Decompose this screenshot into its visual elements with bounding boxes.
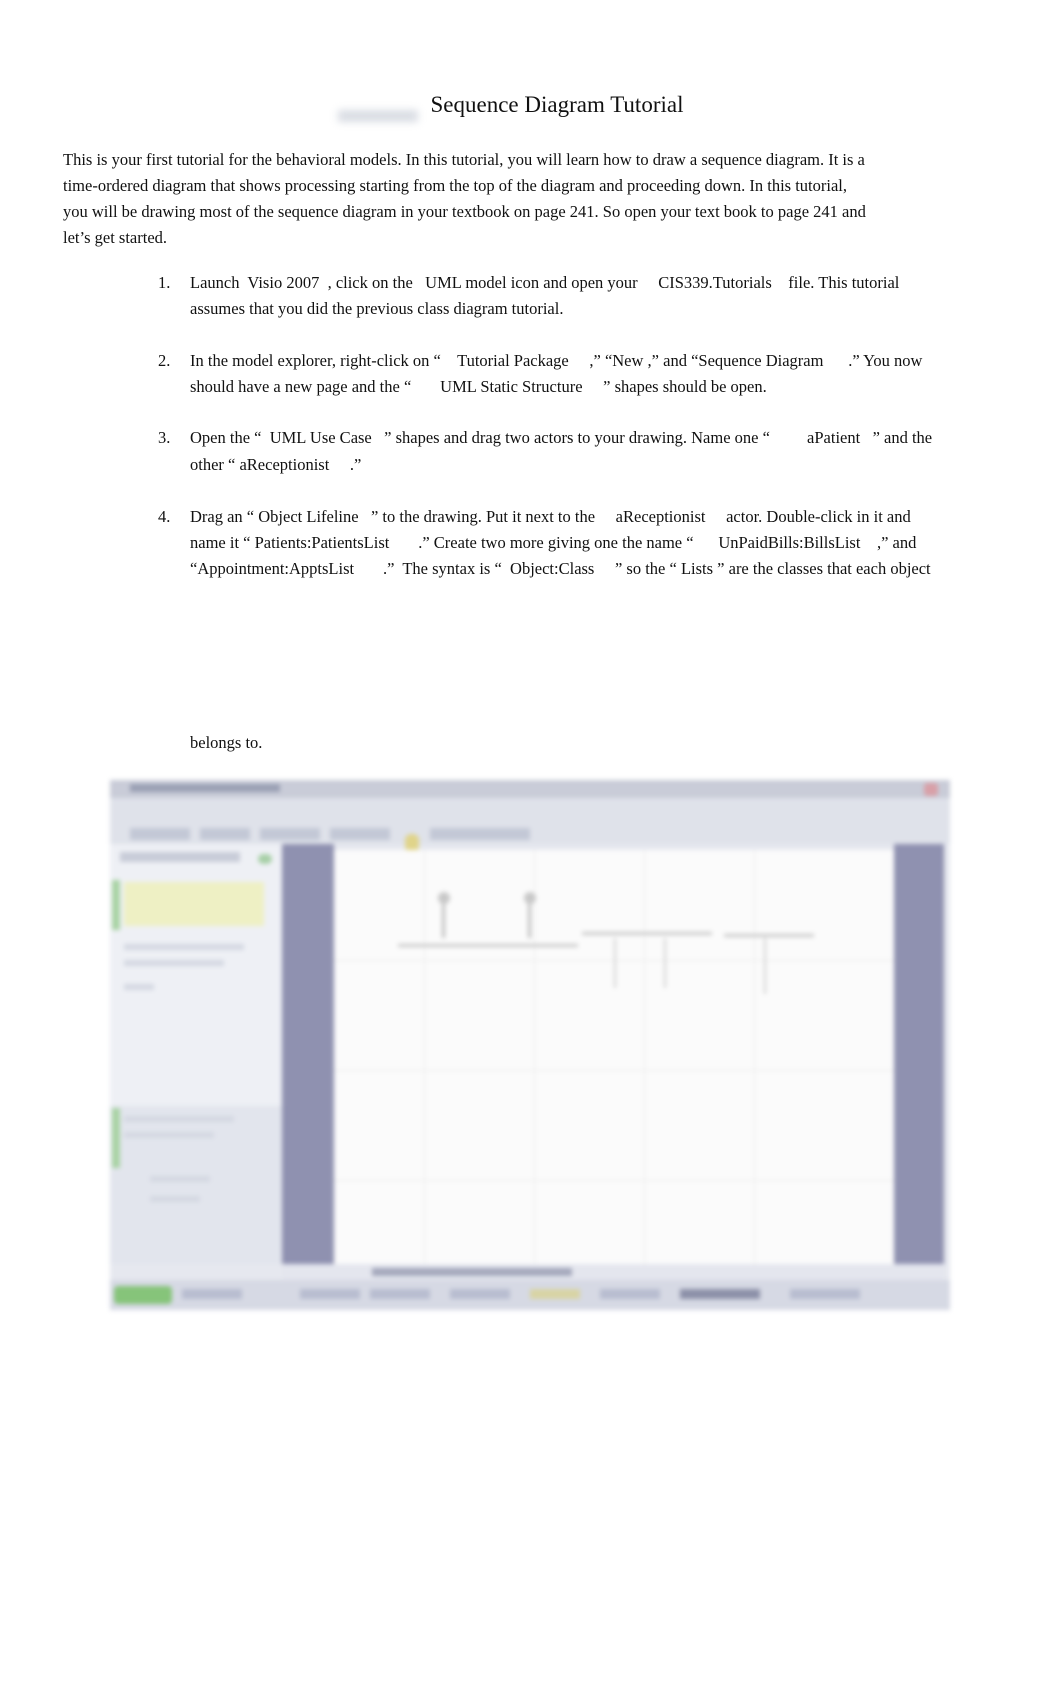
toolbar-button xyxy=(330,828,390,840)
tree-item xyxy=(124,984,154,990)
taskbar-item xyxy=(300,1289,360,1299)
visio-screenshot xyxy=(110,780,950,1310)
actor-body xyxy=(442,904,445,938)
intro-line: you will be drawing most of the sequence… xyxy=(63,202,866,221)
grid-line xyxy=(534,850,535,1264)
toolbar-button xyxy=(430,828,530,840)
grid-line xyxy=(334,1180,894,1181)
intro-line: This is your first tutorial for the beha… xyxy=(63,150,865,169)
drawing-canvas xyxy=(334,850,894,1264)
actor-labels xyxy=(398,944,578,947)
system-tray xyxy=(790,1289,860,1299)
step-line: name it “ Patients:PatientsList .” Creat… xyxy=(190,533,917,552)
actor-icon xyxy=(438,892,450,904)
step-line: other “ aReceptionist .” xyxy=(190,455,362,474)
lifeline xyxy=(614,938,616,988)
toolbar-button xyxy=(200,828,250,840)
page-tabs xyxy=(372,1268,572,1276)
panel-header xyxy=(120,852,240,862)
intro-line: let’s get started. xyxy=(63,228,168,247)
tree-item xyxy=(124,944,244,950)
tree-item xyxy=(150,1196,200,1202)
toolbar xyxy=(110,798,950,852)
step-line: Launch Visio 2007 , click on the UML mod… xyxy=(190,273,900,292)
object-lifeline-header xyxy=(582,932,712,935)
step-continuation: belongs to. xyxy=(190,733,263,752)
taskbar-item xyxy=(450,1289,510,1299)
window-titlebar xyxy=(110,780,950,798)
actor-body xyxy=(528,904,531,938)
actor-icon xyxy=(524,892,536,904)
canvas-margin-right xyxy=(894,844,944,1264)
horizontal-scrollbar xyxy=(282,1264,944,1280)
window-title xyxy=(130,784,280,792)
selected-shapes xyxy=(124,882,264,926)
tree-item xyxy=(124,960,224,966)
taskbar xyxy=(110,1280,950,1310)
step-line: assumes that you did the previous class … xyxy=(190,299,564,318)
explorer-tree xyxy=(110,1106,282,1264)
model-explorer-panel xyxy=(110,844,282,1264)
toolbar-button xyxy=(260,828,320,840)
canvas-margin-left xyxy=(282,844,334,1264)
step-number: 1. xyxy=(158,273,171,292)
taskbar-item-active xyxy=(680,1289,760,1299)
step-line: “Appointment:ApptsList .” The syntax is … xyxy=(190,559,931,578)
grid-line xyxy=(754,850,755,1264)
taskbar-item xyxy=(600,1289,660,1299)
intro-paragraph: This is your first tutorial for the beha… xyxy=(63,147,943,251)
grid-line xyxy=(334,1070,894,1071)
grid-line xyxy=(644,850,645,1264)
step-number: 4. xyxy=(158,507,171,526)
taskbar-item xyxy=(182,1289,242,1299)
step-line: should have a new page and the “ UML Sta… xyxy=(190,377,767,396)
step-number: 3. xyxy=(158,428,171,447)
tree-item xyxy=(124,1116,234,1122)
shapes-tab xyxy=(112,880,120,930)
lifeline xyxy=(764,938,766,994)
tree-tab xyxy=(112,1108,120,1168)
intro-line: time-ordered diagram that shows processi… xyxy=(63,176,848,195)
step-line: In the model explorer, right-click on “ … xyxy=(190,351,923,370)
taskbar-item xyxy=(370,1289,430,1299)
page-title: Sequence Diagram Tutorial xyxy=(430,92,684,117)
step-line: Drag an “ Object Lifeline ” to the drawi… xyxy=(190,507,911,526)
start-button xyxy=(114,1286,172,1304)
step-number: 2. xyxy=(158,351,171,370)
grid-line xyxy=(424,850,425,1264)
step-line: Open the “ UML Use Case ” shapes and dra… xyxy=(190,428,933,447)
toolbar-button xyxy=(130,828,190,840)
object-lifeline-header xyxy=(724,934,814,937)
close-icon xyxy=(924,783,938,796)
panel-icon xyxy=(258,854,272,864)
tree-item xyxy=(124,1132,214,1138)
tree-item xyxy=(150,1176,210,1182)
taskbar-item xyxy=(530,1289,580,1299)
lifeline xyxy=(664,938,666,988)
